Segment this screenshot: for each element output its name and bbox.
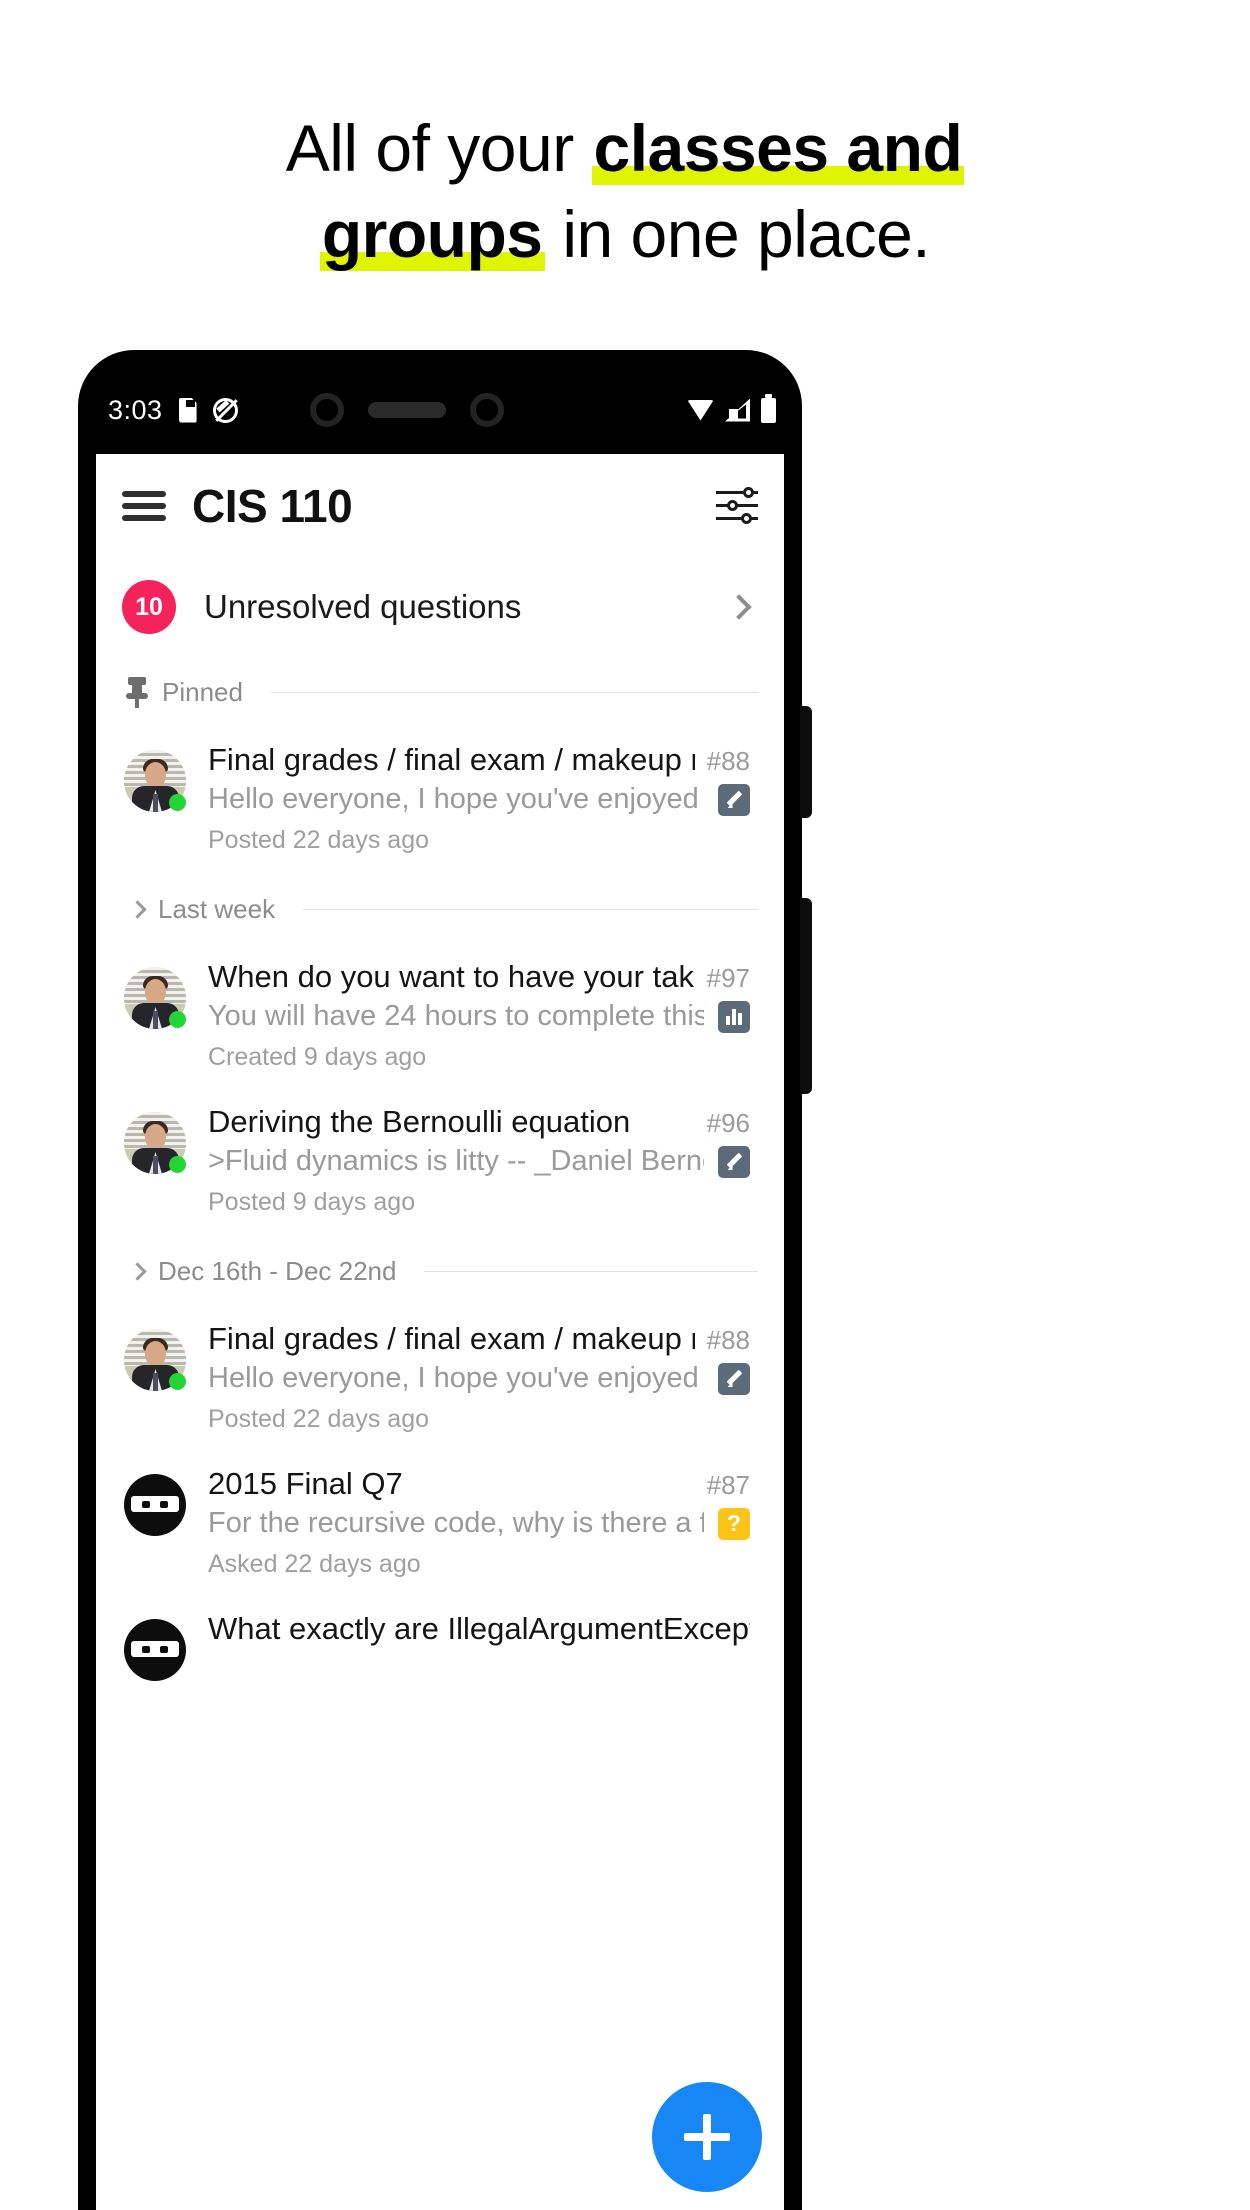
post-row[interactable]: When do you want to have your take home.…	[96, 945, 784, 1090]
chevron-right-icon	[128, 899, 147, 919]
note-pencil-icon	[718, 1362, 750, 1395]
post-snippet: For the recursive code, why is there a f…	[208, 1507, 704, 1539]
post-content: Final grades / final exam / makeup reque…	[208, 742, 758, 855]
post-content: When do you want to have your take home.…	[208, 959, 758, 1072]
post-row[interactable]: Final grades / final exam / makeup reque…	[96, 1307, 784, 1452]
section-label: Last week	[158, 893, 276, 924]
status-bar-right	[687, 376, 776, 444]
post-number: #97	[706, 963, 750, 993]
phone-camera-cluster	[310, 376, 504, 444]
phone-mockup: 3:03 CIS 110 10 Unresolved questions Pin…	[78, 350, 812, 2210]
chevron-right-icon	[128, 1261, 147, 1281]
anonymous-ninja-icon	[124, 1474, 186, 1536]
avatar	[124, 1329, 186, 1391]
post-timestamp: Posted 22 days ago	[208, 826, 429, 854]
avatar	[124, 1112, 186, 1174]
location-off-icon	[212, 397, 238, 423]
post-number: #87	[706, 1470, 750, 1500]
headline-text-highlight-2: groups	[319, 197, 545, 271]
post-snippet: You will have 24 hours to complete this …	[208, 1000, 704, 1032]
phone-volume-button[interactable]	[800, 898, 812, 1094]
note-pencil-icon	[718, 1145, 750, 1178]
post-row[interactable]: Final grades / final exam / makeup reque…	[96, 728, 784, 873]
post-title: 2015 Final Q7	[208, 1466, 403, 1501]
status-bar-clock: 3:03	[108, 394, 163, 425]
post-timestamp: Posted 9 days ago	[208, 1188, 416, 1216]
post-snippet: Hello everyone, I hope you've enjoyed CI…	[208, 1362, 704, 1394]
section-divider	[424, 1270, 758, 1272]
section-header-last-week[interactable]: Last week	[96, 873, 784, 945]
marketing-headline: All of your classes and groups in one pl…	[0, 0, 1250, 277]
avatar	[124, 967, 186, 1029]
unresolved-questions-row[interactable]: 10 Unresolved questions	[96, 558, 784, 656]
section-header-pinned[interactable]: Pinned	[96, 656, 784, 728]
online-status-dot	[169, 794, 186, 811]
online-status-dot	[169, 1011, 186, 1028]
anonymous-ninja-icon	[124, 1619, 186, 1681]
post-number: #88	[706, 1325, 750, 1355]
status-bar-left: 3:03	[108, 376, 238, 444]
post-row[interactable]: Deriving the Bernoulli equation #96 >Flu…	[96, 1090, 784, 1235]
chevron-right-icon	[726, 594, 752, 620]
poll-bar-chart-icon	[718, 1000, 750, 1033]
section-label: Dec 16th - Dec 22nd	[158, 1255, 397, 1286]
avatar	[124, 1474, 186, 1536]
post-timestamp: Posted 22 days ago	[208, 1405, 429, 1433]
headline-text-highlight-1: classes and	[591, 111, 965, 185]
wifi-icon	[687, 399, 714, 421]
post-content: 2015 Final Q7 #87 For the recursive code…	[208, 1466, 758, 1579]
earpiece-speaker	[368, 402, 446, 418]
post-content: Final grades / final exam / makeup reque…	[208, 1321, 758, 1434]
pin-icon	[126, 677, 148, 708]
sd-card-icon	[178, 397, 197, 423]
tune-filter-icon[interactable]	[716, 487, 758, 525]
post-title: Final grades / final exam / makeup reque…	[208, 742, 695, 777]
note-pencil-icon	[718, 783, 750, 816]
post-snippet: >Fluid dynamics is litty -- _Daniel Bern…	[208, 1145, 704, 1177]
page-title: CIS 110	[192, 480, 353, 532]
section-header-dec-range[interactable]: Dec 16th - Dec 22nd	[96, 1235, 784, 1307]
post-timestamp: Asked 22 days ago	[208, 1550, 421, 1578]
plus-icon	[684, 2114, 730, 2160]
camera-lens-icon-2	[470, 393, 504, 427]
online-status-dot	[169, 1156, 186, 1173]
post-row[interactable]: 2015 Final Q7 #87 For the recursive code…	[96, 1452, 784, 1597]
post-row[interactable]: What exactly are IllegalArgumentExceptio…	[96, 1597, 784, 1699]
post-content: What exactly are IllegalArgumentExceptio…	[208, 1611, 758, 1681]
compose-new-post-fab[interactable]	[652, 2082, 762, 2192]
headline-line-1: All of your classes and	[0, 105, 1250, 191]
status-bar: 3:03	[78, 376, 802, 444]
camera-lens-icon	[310, 393, 344, 427]
headline-text-plain-2: in one place.	[544, 197, 931, 271]
question-mark-icon: ?	[718, 1507, 750, 1540]
section-label: Pinned	[162, 676, 243, 707]
post-number: #88	[706, 746, 750, 776]
post-title: When do you want to have your take home.…	[208, 959, 695, 994]
post-snippet: Hello everyone, I hope you've enjoyed CI…	[208, 783, 704, 815]
battery-icon	[761, 393, 776, 423]
hamburger-menu-icon[interactable]	[122, 491, 166, 521]
unresolved-count-badge: 10	[122, 580, 176, 634]
cell-signal-icon	[725, 399, 750, 422]
post-timestamp: Created 9 days ago	[208, 1043, 427, 1071]
post-content: Deriving the Bernoulli equation #96 >Flu…	[208, 1104, 758, 1217]
section-divider	[303, 908, 758, 910]
post-title: Final grades / final exam / makeup reque…	[208, 1321, 695, 1356]
unresolved-questions-label: Unresolved questions	[204, 588, 522, 625]
app-screen: CIS 110 10 Unresolved questions Pinned F…	[96, 454, 784, 2210]
app-header: CIS 110	[96, 454, 784, 558]
post-title: What exactly are IllegalArgumentExceptio…	[208, 1611, 750, 1646]
post-title: Deriving the Bernoulli equation	[208, 1104, 631, 1139]
section-divider	[270, 691, 758, 693]
post-number: #96	[706, 1108, 750, 1138]
headline-line-2: groups in one place.	[0, 191, 1250, 277]
headline-text-plain-1: All of your	[285, 111, 592, 185]
avatar	[124, 1619, 186, 1681]
avatar	[124, 750, 186, 812]
phone-power-button[interactable]	[800, 706, 812, 818]
online-status-dot	[169, 1373, 186, 1390]
